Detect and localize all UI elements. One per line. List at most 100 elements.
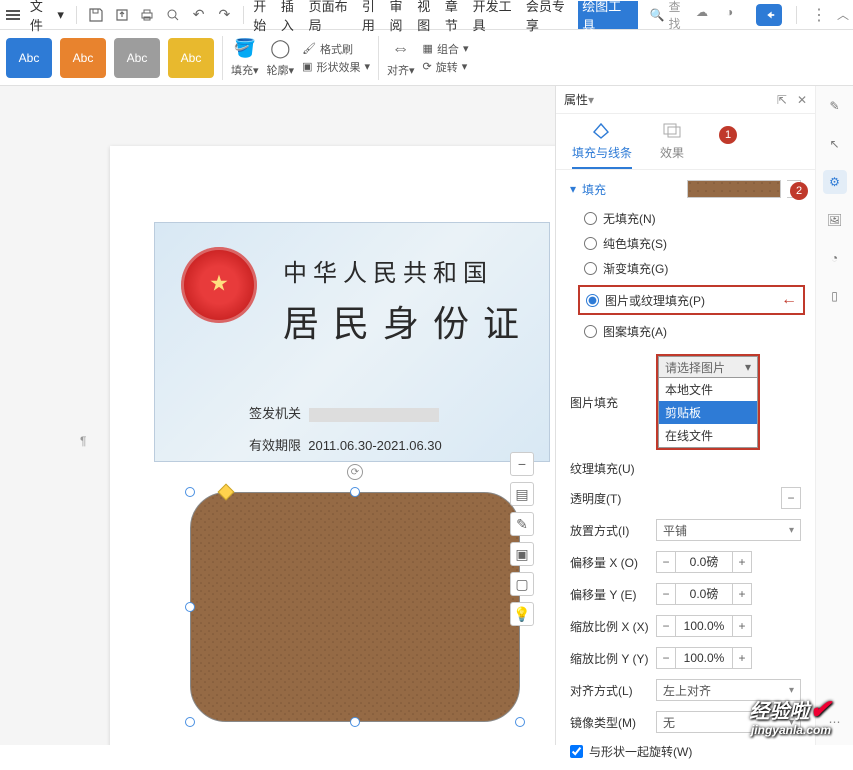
shape-style-1[interactable]: Abc	[6, 38, 52, 78]
plus-button[interactable]: +	[732, 583, 752, 605]
resize-handle-n[interactable]	[350, 487, 360, 497]
minus-button[interactable]: −	[656, 583, 676, 605]
minus-button[interactable]: −	[781, 487, 801, 509]
edit-shape-button[interactable]: ✎	[510, 512, 534, 536]
cloud-icon[interactable]: ☁	[696, 5, 716, 25]
plus-button[interactable]: +	[732, 551, 752, 573]
offset-x-label: 偏移量 X (O)	[570, 554, 650, 571]
resize-handle-sw[interactable]	[185, 717, 195, 727]
scale-y-value[interactable]: 100.0%	[676, 647, 732, 669]
layout-options-button[interactable]: ▤	[510, 482, 534, 506]
tab-layout[interactable]: 页面布局	[308, 1, 361, 29]
file-menu[interactable]: 文件▾	[26, 0, 68, 34]
lightbulb-button[interactable]: 💡	[510, 602, 534, 626]
tab-start[interactable]: 开始	[252, 1, 280, 29]
menu-icon[interactable]	[4, 6, 22, 24]
resize-handle-s[interactable]	[350, 717, 360, 727]
offset-y-row: 偏移量 Y (E) − 0.0磅 +	[570, 583, 801, 605]
scale-x-value[interactable]: 100.0%	[676, 615, 732, 637]
canvas-area[interactable]: ¶ 中华人民共和国 居民身份证 签发机关 有效期限 2011.06.30-202…	[0, 86, 555, 745]
rotate-dropdown[interactable]: ⟳旋转▾	[423, 59, 469, 75]
offset-x-value[interactable]: 0.0磅	[676, 551, 732, 573]
preview-icon[interactable]	[162, 4, 184, 26]
fill-section-header[interactable]: ▾ 填充 ▾	[570, 180, 801, 198]
rail-image-icon[interactable]: 🖼	[823, 208, 847, 232]
shape-style-3[interactable]: Abc	[114, 38, 160, 78]
rail-edit-icon[interactable]: ✎	[823, 94, 847, 118]
minus-button[interactable]: −	[656, 647, 676, 669]
more-icon[interactable]: ⋮	[811, 5, 827, 25]
save-icon[interactable]	[85, 4, 107, 26]
shape-style-4[interactable]: Abc	[168, 38, 214, 78]
collapse-ribbon-icon[interactable]: ︿	[837, 6, 849, 23]
outline-dropdown[interactable]: ◯轮廓▾	[267, 38, 295, 78]
offset-y-value[interactable]: 0.0磅	[676, 583, 732, 605]
paragraph-icon[interactable]: ¶	[80, 434, 96, 450]
zoom-out-button[interactable]: −	[510, 452, 534, 476]
rail-clock-icon[interactable]: ◔	[823, 246, 847, 270]
texture-fill-label: 纹理填充(U)	[570, 460, 650, 477]
tab-view[interactable]: 视图	[416, 1, 444, 29]
redo-icon[interactable]: ↷	[214, 4, 236, 26]
resize-handle-se[interactable]	[515, 717, 525, 727]
group-dropdown[interactable]: ▦组合▾	[423, 41, 469, 57]
radio-no-fill[interactable]: 无填充(N)	[584, 210, 801, 227]
plus-button[interactable]: +	[732, 647, 752, 669]
rail-settings-icon[interactable]: ⚙	[823, 170, 847, 194]
tab-devtools[interactable]: 开发工具	[472, 1, 525, 29]
minus-button[interactable]: −	[656, 551, 676, 573]
select-button[interactable]: ▢	[510, 572, 534, 596]
radio-picture-fill[interactable]: 图片或纹理填充(P)←	[578, 285, 805, 315]
id-card-image: 中华人民共和国 居民身份证 签发机关 有效期限 2011.06.30-2021.…	[154, 222, 550, 462]
tab-member[interactable]: 会员专享	[525, 1, 578, 29]
shape-style-2[interactable]: Abc	[60, 38, 106, 78]
alignment-dropdown[interactable]: 左上对齐▾	[656, 679, 801, 701]
tab-fill-line[interactable]: 填充与线条	[572, 120, 632, 169]
search-box[interactable]: 🔍 查找	[650, 0, 692, 32]
rotate-with-shape-checkbox[interactable]: 与形状一起旋转(W)	[570, 743, 801, 760]
national-emblem-icon	[181, 247, 257, 323]
share-button[interactable]	[756, 4, 782, 26]
rail-book-icon[interactable]: ▯	[823, 284, 847, 308]
pin-icon[interactable]: ⇱	[777, 93, 787, 107]
print-icon[interactable]	[136, 4, 158, 26]
skin-icon[interactable]: ◑	[726, 5, 746, 25]
resize-handle-w[interactable]	[185, 602, 195, 612]
rail-select-icon[interactable]: ↖	[823, 132, 847, 156]
minus-button[interactable]: −	[656, 615, 676, 637]
option-online-file[interactable]: 在线文件	[659, 424, 757, 447]
close-icon[interactable]: ✕	[797, 93, 807, 107]
plus-button[interactable]: +	[732, 615, 752, 637]
rotate-handle[interactable]: ⟳	[347, 464, 363, 480]
tab-effects[interactable]: 效果	[660, 120, 684, 169]
fill-dropdown[interactable]: 🪣填充▾	[231, 38, 259, 78]
radio-solid-fill[interactable]: 纯色填充(S)	[584, 235, 801, 252]
radio-gradient-fill[interactable]: 渐变填充(G)	[584, 260, 801, 277]
shape-effects-dropdown[interactable]: ▣形状效果▾	[302, 59, 370, 75]
tab-review[interactable]: 审阅	[389, 1, 417, 29]
option-clipboard[interactable]: 剪贴板	[659, 401, 757, 424]
undo-icon[interactable]: ↶	[188, 4, 210, 26]
resize-handle-nw[interactable]	[185, 487, 195, 497]
tab-drawing-tools[interactable]: 绘图工具	[578, 1, 637, 29]
checkbox[interactable]	[570, 745, 583, 758]
tab-section[interactable]: 章节	[444, 1, 472, 29]
tab-insert[interactable]: 插入	[280, 1, 308, 29]
opacity-spinner[interactable]: −	[781, 487, 801, 509]
separator	[378, 36, 379, 80]
rounded-rect-shape[interactable]	[190, 492, 520, 722]
scale-x-spinner: − 100.0% +	[656, 615, 752, 637]
placement-dropdown[interactable]: 平铺▾	[656, 519, 801, 541]
align-dropdown[interactable]: ⇔对齐▾	[387, 38, 415, 78]
option-local-file[interactable]: 本地文件	[659, 378, 757, 401]
export-icon[interactable]	[111, 4, 133, 26]
ribbon: Abc Abc Abc Abc 🪣填充▾ ◯轮廓▾ 🖌格式刷 ▣形状效果▾ ⇔对…	[0, 30, 853, 86]
format-painter-button[interactable]: 🖌格式刷	[302, 41, 370, 57]
scale-y-spinner: − 100.0% +	[656, 647, 752, 669]
radio-pattern-fill[interactable]: 图案填充(A)	[584, 323, 801, 340]
tab-reference[interactable]: 引用	[361, 1, 389, 29]
texture-fill-row: 纹理填充(U)	[570, 460, 801, 477]
shape-replace-button[interactable]: ▣	[510, 542, 534, 566]
picture-fill-dropdown[interactable]: 请选择图片▾	[658, 356, 758, 378]
selected-shape[interactable]: ⟳	[190, 492, 520, 722]
